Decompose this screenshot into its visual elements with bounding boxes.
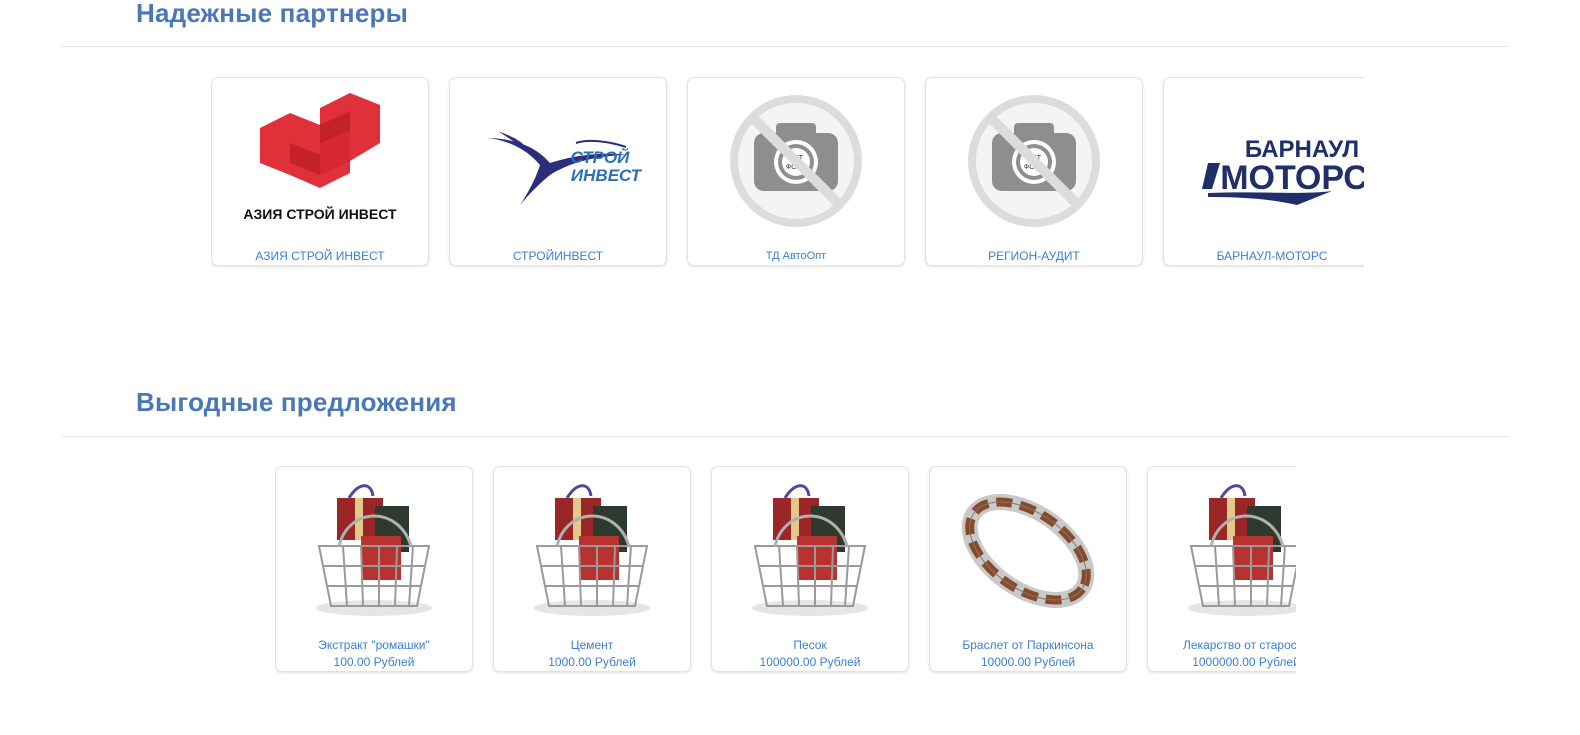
barnaul-logo-text-2: МОТОРС bbox=[1220, 159, 1364, 197]
partners-section-title: Надежные партнеры bbox=[136, 0, 408, 28]
offer-name-link[interactable]: Экстракт "ромашки" bbox=[280, 637, 468, 654]
partner-name-link[interactable]: БАРНАУЛ-МОТОРС bbox=[1168, 248, 1364, 265]
stroy-logo-text-1: СТРОЙ bbox=[571, 147, 631, 167]
no-photo-icon: НЕТ ФОТО bbox=[688, 78, 904, 238]
partner-card[interactable]: НЕТ ФОТО ТД АвтоОпт bbox=[687, 77, 905, 266]
offers-section-title: Выгодные предложения bbox=[136, 387, 457, 417]
partner-name-link[interactable]: СТРОЙИНВЕСТ bbox=[454, 248, 662, 265]
asia-stroy-invest-logo: АЗИЯ СТРОЙ ИНВЕСТ bbox=[212, 78, 428, 238]
offer-card[interactable]: Цемент 1000.00 Рублей bbox=[493, 466, 691, 672]
bracelet-image bbox=[930, 467, 1126, 635]
partner-card[interactable]: БАРНАУЛ МОТОРС БАРНАУЛ-МОТОРС bbox=[1163, 77, 1364, 266]
offer-card[interactable]: Песок 100000.00 Рублей bbox=[711, 466, 909, 672]
partners-carousel[interactable]: АЗИЯ СТРОЙ ИНВЕСТ АЗИЯ СТРОЙ ИНВЕСТ СТРО… bbox=[211, 77, 1364, 268]
offer-price: 1000000.00 Рублей bbox=[1192, 655, 1296, 669]
gift-basket-image bbox=[1148, 467, 1296, 635]
stroyinvest-logo: СТРОЙ ИНВЕСТ bbox=[450, 78, 666, 238]
partners-divider bbox=[62, 46, 1509, 47]
offer-price: 100.00 Рублей bbox=[333, 655, 415, 669]
offer-name-link[interactable]: Браслет от Паркинсона bbox=[934, 637, 1122, 654]
partner-card[interactable]: НЕТ ФОТО РЕГИОН-АУДИТ bbox=[925, 77, 1143, 266]
offer-card[interactable]: Браслет от Паркинсона 10000.00 Рублей bbox=[929, 466, 1127, 672]
gift-basket-image bbox=[276, 467, 472, 635]
offer-name-link[interactable]: Цемент bbox=[498, 637, 686, 654]
offer-card[interactable]: Экстракт "ромашки" 100.00 Рублей bbox=[275, 466, 473, 672]
gift-basket-image bbox=[494, 467, 690, 635]
partner-name-link[interactable]: РЕГИОН-АУДИТ bbox=[930, 248, 1138, 265]
offer-price: 100000.00 Рублей bbox=[759, 655, 861, 669]
offer-price: 10000.00 Рублей bbox=[980, 655, 1076, 669]
no-photo-icon: НЕТ ФОТО bbox=[926, 78, 1142, 238]
partner-name-link[interactable]: АЗИЯ СТРОЙ ИНВЕСТ bbox=[216, 248, 424, 265]
offers-carousel[interactable]: Экстракт "ромашки" 100.00 Рублей Цемент … bbox=[275, 466, 1296, 674]
partner-name-link[interactable]: ТД АвтоОпт bbox=[692, 248, 900, 265]
partner-card[interactable]: АЗИЯ СТРОЙ ИНВЕСТ АЗИЯ СТРОЙ ИНВЕСТ bbox=[211, 77, 429, 266]
gift-basket-image bbox=[712, 467, 908, 635]
barnaul-motors-logo: БАРНАУЛ МОТОРС bbox=[1164, 78, 1364, 238]
offer-price: 1000.00 Рублей bbox=[548, 655, 636, 669]
offers-divider bbox=[62, 436, 1509, 437]
offer-name-link[interactable]: Лекарство от старости bbox=[1152, 637, 1296, 654]
offer-name-link[interactable]: Песок bbox=[716, 637, 904, 654]
asia-logo-text: АЗИЯ СТРОЙ ИНВЕСТ bbox=[243, 205, 397, 222]
stroy-logo-text-2: ИНВЕСТ bbox=[571, 166, 643, 185]
partner-card[interactable]: СТРОЙ ИНВЕСТ СТРОЙИНВЕСТ bbox=[449, 77, 667, 266]
offer-card[interactable]: Лекарство от старости 1000000.00 Рублей bbox=[1147, 466, 1296, 672]
